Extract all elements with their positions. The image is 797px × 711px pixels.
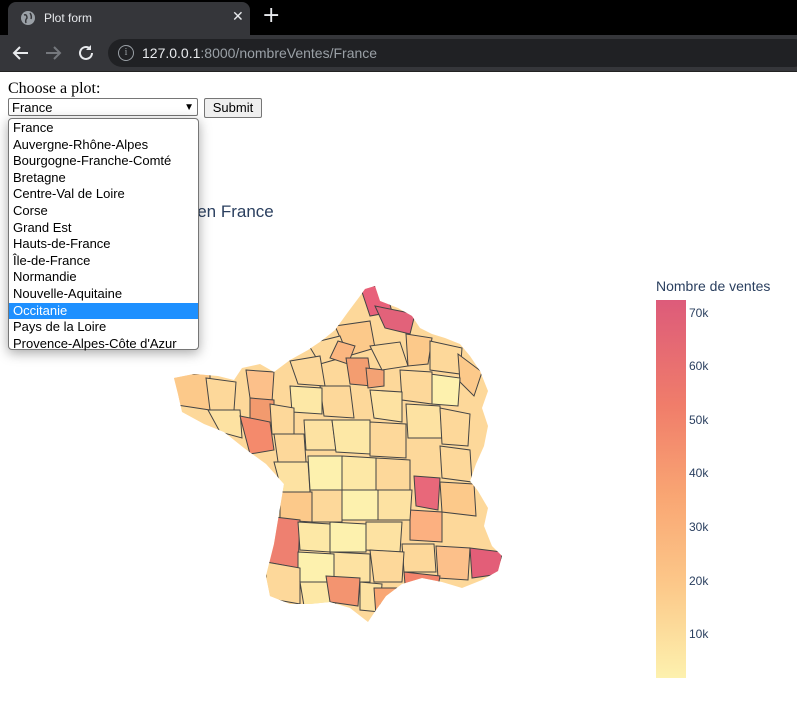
- browser-tab[interactable]: Plot form ✕: [8, 2, 250, 35]
- info-icon[interactable]: i: [118, 45, 134, 61]
- colorbar-tick: 30k: [689, 520, 709, 534]
- new-tab-icon[interactable]: +: [262, 4, 280, 28]
- dropdown-option[interactable]: Bourgogne-Franche-Comté: [9, 153, 198, 170]
- dropdown-option[interactable]: Bretagne: [9, 170, 198, 187]
- close-tab-icon[interactable]: ✕: [232, 9, 244, 25]
- url-text: 127.0.0.1:8000/nombreVentes/France: [142, 45, 378, 61]
- dropdown-option[interactable]: Centre-Val de Loire: [9, 186, 198, 203]
- colorbar-tick: 60k: [689, 359, 709, 373]
- tab-title: Plot form: [44, 11, 93, 25]
- globe-icon: [21, 11, 35, 25]
- page-content: Choose a plot: France ▼ Submit France Auv…: [0, 71, 797, 711]
- submit-button[interactable]: Submit: [204, 98, 262, 118]
- plot-select-label: Choose a plot:: [8, 80, 101, 97]
- plot-select[interactable]: France ▼: [8, 98, 198, 116]
- colorbar-title: Nombre de ventes: [656, 278, 771, 294]
- dropdown-option[interactable]: Pays de la Loire: [9, 319, 198, 336]
- browser-tab-bar: Plot form ✕ +: [0, 0, 797, 35]
- dropdown-option[interactable]: Corse: [9, 203, 198, 220]
- colorbar: [656, 300, 686, 678]
- plot-select-value: France: [12, 100, 53, 115]
- dropdown-option[interactable]: Grand Est: [9, 220, 198, 237]
- france-choropleth-map[interactable]: [170, 286, 510, 656]
- dropdown-option[interactable]: Nouvelle-Aquitaine: [9, 286, 198, 303]
- colorbar-tick: 70k: [689, 306, 709, 320]
- dropdown-option[interactable]: Occitanie: [9, 302, 198, 320]
- back-icon[interactable]: [9, 41, 33, 65]
- address-bar[interactable]: i 127.0.0.1:8000/nombreVentes/France: [108, 39, 797, 67]
- colorbar-tick: 50k: [689, 413, 709, 427]
- dropdown-option[interactable]: France: [9, 120, 198, 137]
- chevron-down-icon: ▼: [184, 102, 194, 113]
- colorbar-tick: 10k: [689, 627, 709, 641]
- dropdown-option[interactable]: Provence-Alpes-Côte d'Azur: [9, 336, 198, 353]
- dropdown-option[interactable]: Normandie: [9, 269, 198, 286]
- dropdown-option[interactable]: Hauts-de-France: [9, 236, 198, 253]
- dropdown-option[interactable]: Auvergne-Rhône-Alpes: [9, 137, 198, 154]
- colorbar-tick: 40k: [689, 466, 709, 480]
- reload-icon[interactable]: [74, 41, 98, 65]
- forward-icon[interactable]: [41, 41, 65, 65]
- plot-select-dropdown: France Auvergne-Rhône-Alpes Bourgogne-Fran…: [8, 118, 199, 353]
- browser-toolbar: i 127.0.0.1:8000/nombreVentes/France: [0, 35, 797, 72]
- colorbar-tick: 20k: [689, 574, 709, 588]
- dropdown-option[interactable]: Île-de-France: [9, 253, 198, 270]
